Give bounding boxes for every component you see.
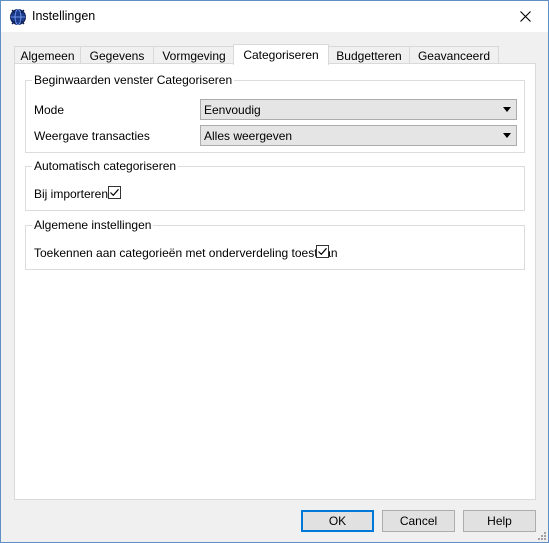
window-title: Instellingen xyxy=(32,9,96,23)
bij-importeren-checkbox[interactable] xyxy=(108,186,121,199)
tab-algemeen[interactable]: Algemeen xyxy=(14,46,81,64)
toekennen-label: Toekennen aan categorieën met onderverde… xyxy=(34,246,338,260)
tab-label: Categoriseren xyxy=(243,48,319,62)
toekennen-checkbox[interactable] xyxy=(316,245,329,258)
settings-window: Instellingen Algemeen Gegevens Vormgevin… xyxy=(0,0,549,543)
tab-panel-categoriseren: Beginwaarden venster Categoriseren Mode … xyxy=(14,63,536,500)
mode-dropdown[interactable]: Eenvoudig xyxy=(200,99,517,120)
group-title: Automatisch categoriseren xyxy=(32,159,179,173)
weergave-transacties-dropdown[interactable]: Alles weergeven xyxy=(200,125,517,146)
group-algemene-instellingen: Algemene instellingen Toekennen aan cate… xyxy=(25,218,525,270)
dropdown-arrow-icon xyxy=(503,133,511,138)
mode-label: Mode xyxy=(34,103,65,117)
group-title: Algemene instellingen xyxy=(32,218,154,232)
ok-button[interactable]: OK xyxy=(301,510,374,532)
app-globe-icon xyxy=(10,9,26,25)
tab-budgetteren[interactable]: Budgetteren xyxy=(328,46,410,64)
tab-label: Vormgeving xyxy=(162,49,226,63)
tab-label: Budgetteren xyxy=(336,49,402,63)
tab-categoriseren[interactable]: Categoriseren xyxy=(233,44,329,65)
help-button[interactable]: Help xyxy=(463,510,536,532)
tab-label: Gegevens xyxy=(89,49,145,63)
weergave-transacties-label: Weergave transacties xyxy=(34,129,150,143)
group-title: Beginwaarden venster Categoriseren xyxy=(32,73,235,87)
tab-vormgeving[interactable]: Vormgeving xyxy=(153,46,235,64)
tab-geavanceerd[interactable]: Geavanceerd xyxy=(409,46,499,64)
group-beginwaarden: Beginwaarden venster Categoriseren Mode … xyxy=(25,73,525,153)
close-button[interactable] xyxy=(502,1,548,32)
weergave-transacties-value: Alles weergeven xyxy=(204,129,293,143)
tab-label: Algemeen xyxy=(20,49,75,63)
tab-gegevens[interactable]: Gegevens xyxy=(80,46,154,64)
group-automatisch-categoriseren: Automatisch categoriseren Bij importeren xyxy=(25,159,525,211)
checkmark-icon xyxy=(110,188,119,197)
checkmark-icon xyxy=(318,247,327,256)
bij-importeren-label: Bij importeren xyxy=(34,187,109,201)
resize-grip-icon[interactable] xyxy=(536,530,546,540)
tab-label: Geavanceerd xyxy=(417,49,491,63)
mode-value: Eenvoudig xyxy=(204,103,261,117)
close-icon xyxy=(519,11,531,22)
dropdown-arrow-icon xyxy=(503,107,511,112)
title-bar[interactable]: Instellingen xyxy=(1,1,548,32)
cancel-button[interactable]: Cancel xyxy=(382,510,455,532)
